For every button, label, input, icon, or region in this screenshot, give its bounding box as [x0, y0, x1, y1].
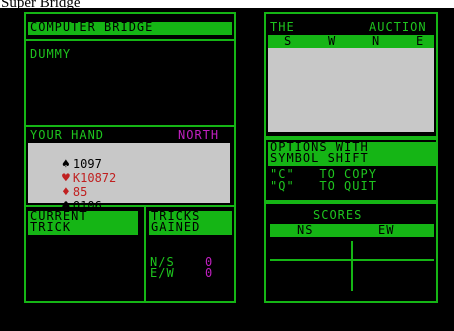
hand-row-clubs[interactable]: ♣ Q106 [30, 185, 102, 214]
hand-area: ♠ 1097 ♥ K10872 ♦ 85 ♣ Q106 [28, 143, 230, 214]
tricks-ew-value: 0 [205, 266, 214, 280]
scores-col-ns: NS [297, 223, 314, 237]
tricks-ew-label: E/W [150, 266, 175, 280]
hand-position: NORTH [178, 128, 220, 142]
seat-e: E [416, 34, 425, 48]
option-quit[interactable]: "Q" TO QUIT [270, 180, 377, 192]
game-title: COMPUTER BRIDGE [28, 21, 232, 35]
seat-s: S [284, 34, 293, 48]
tricks-gained-line2: GAINED [151, 220, 201, 234]
auction-title-left: THE [270, 20, 295, 34]
left-bottom-split [144, 205, 146, 303]
tricks-gained-label: TRICKS GAINED [149, 210, 232, 235]
hand-row-spades[interactable]: ♠ 1097 [30, 143, 102, 172]
scores-grid-vline [351, 241, 353, 291]
auction-seats-bar: S W N E [268, 35, 434, 48]
dummy-label: DUMMY [30, 47, 72, 61]
hand-row-hearts[interactable]: ♥ K10872 [30, 157, 116, 186]
current-trick-label: CURRENT TRICK [28, 210, 138, 235]
scores-columns-bar: NS EW [270, 224, 434, 237]
your-hand-label: YOUR HAND [30, 128, 105, 142]
left-title-divider [24, 39, 236, 41]
auction-title-right: AUCTION [369, 20, 427, 34]
seat-w: W [328, 34, 337, 48]
scores-title: SCORES [313, 208, 363, 222]
left-dummy-divider [24, 125, 236, 127]
hand-row-diamonds[interactable]: ♦ 85 [30, 171, 87, 200]
seat-n: N [372, 34, 381, 48]
scores-col-ew: EW [378, 223, 395, 237]
current-trick-line2: TRICK [30, 220, 72, 234]
auction-bids-area [268, 48, 434, 132]
options-heading: OPTIONS WITH SYMBOL SHIFT [268, 141, 436, 166]
options-line2: SYMBOL SHIFT [270, 151, 369, 165]
